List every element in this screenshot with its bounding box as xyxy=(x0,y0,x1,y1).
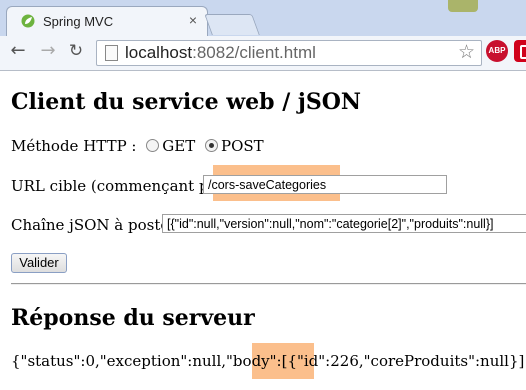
page-icon xyxy=(105,45,118,61)
tab-bar: Spring MVC × xyxy=(0,0,526,37)
radio-get-label[interactable]: GET xyxy=(162,137,195,155)
url-input[interactable]: /cors-saveCategories xyxy=(203,175,447,194)
address-bar[interactable]: localhost:8082/client.html ☆ xyxy=(96,40,482,66)
response-heading: Réponse du serveur xyxy=(11,305,255,331)
url-rest: :8082/client.html xyxy=(192,43,316,62)
method-row: Méthode HTTP : GET POST xyxy=(11,137,264,155)
new-tab-button[interactable] xyxy=(204,14,260,35)
json-label: Chaîne jSON à poster : xyxy=(11,216,187,234)
tab-spring-mvc[interactable]: Spring MVC × xyxy=(6,6,208,37)
bookmark-star-icon[interactable]: ☆ xyxy=(458,41,475,63)
page-title: Client du service web / jSON xyxy=(11,89,362,115)
browser-toolbar: ← → ↻ localhost:8082/client.html ☆ xyxy=(0,36,526,70)
extension-icon[interactable] xyxy=(514,40,526,62)
response-text: {"status":0,"exception":null,"body":[{"i… xyxy=(11,352,526,370)
method-label: Méthode HTTP : xyxy=(11,137,137,155)
submit-button[interactable]: Valider xyxy=(11,253,67,273)
radio-post-label[interactable]: POST xyxy=(221,137,264,155)
tab-close-icon[interactable]: × xyxy=(189,12,197,28)
divider xyxy=(11,283,526,285)
page-content: Client du service web / jSON Méthode HTT… xyxy=(0,71,526,390)
url-host: localhost xyxy=(125,43,193,62)
radio-post[interactable] xyxy=(205,139,218,152)
back-arrow-icon[interactable]: ← xyxy=(8,41,28,61)
json-input[interactable]: [{"id":null,"version":null,"nom":"catego… xyxy=(162,214,526,233)
window-minimize-button[interactable] xyxy=(448,0,478,12)
spring-leaf-icon xyxy=(21,14,35,28)
address-bar-url: localhost:8082/client.html xyxy=(125,43,316,63)
reload-icon[interactable]: ↻ xyxy=(66,41,86,61)
forward-arrow-icon[interactable]: → xyxy=(38,41,58,61)
adblock-extension-icon[interactable]: ABP xyxy=(486,40,508,62)
tab-title: Spring MVC xyxy=(43,14,114,29)
browser-chrome: Spring MVC × ← → ↻ localhost:8082/client… xyxy=(0,0,526,71)
radio-get[interactable] xyxy=(146,139,160,152)
